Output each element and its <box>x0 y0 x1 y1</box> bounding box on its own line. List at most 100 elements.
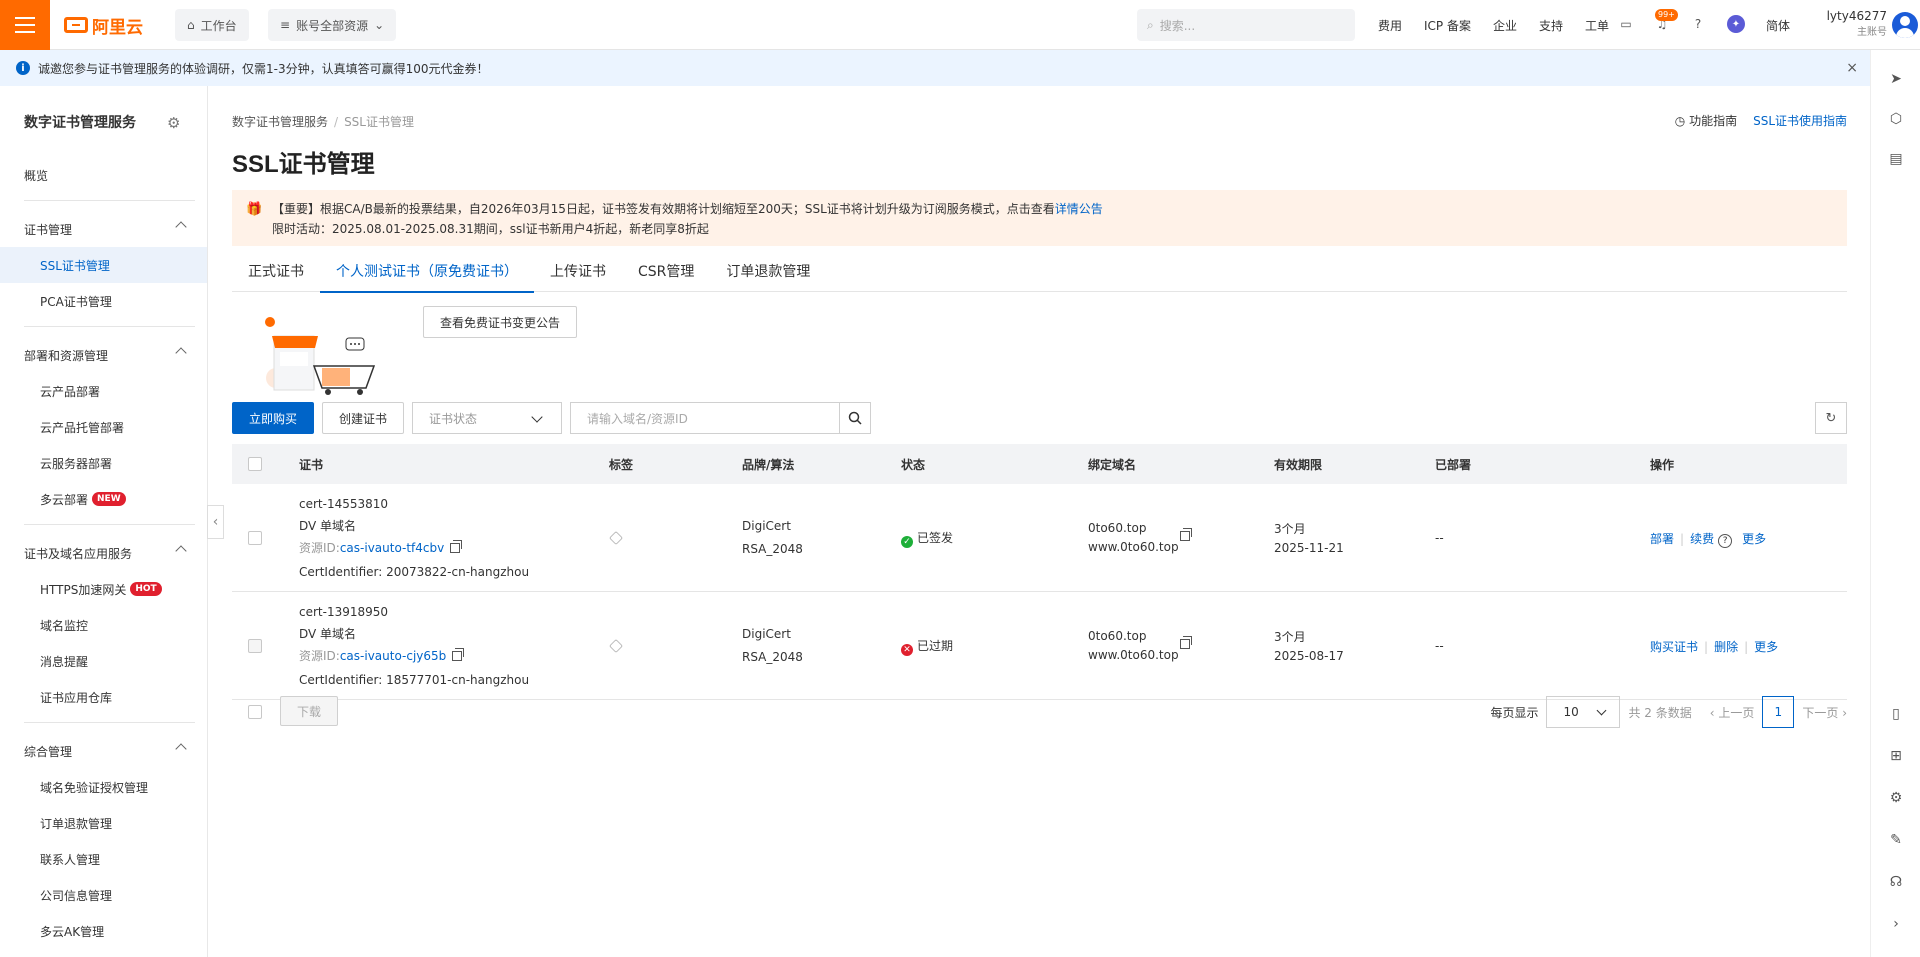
nav-icp[interactable]: ICP 备案 <box>1424 17 1471 34</box>
ai-assistant-icon[interactable]: ✦ <box>1727 15 1745 33</box>
tab-refund[interactable]: 订单退款管理 <box>710 256 826 292</box>
help-icon[interactable]: ? <box>1718 534 1733 548</box>
global-search-input[interactable]: ⌕ 搜索... <box>1137 9 1355 41</box>
copy-icon[interactable] <box>1180 528 1192 541</box>
buy-now-button[interactable]: 立即购买 <box>232 402 314 434</box>
deploy-link[interactable]: 部署 <box>1650 532 1674 546</box>
sidebar-item-overview[interactable]: 概览 <box>0 157 207 193</box>
sidebar-group-cert-management[interactable]: 证书管理 <box>0 211 207 247</box>
sidebar-item-multicloud-ak[interactable]: 多云AK管理 <box>0 913 207 949</box>
delete-link[interactable]: 删除 <box>1714 640 1738 654</box>
cert-table: 证书 标签 品牌/算法 状态 绑定域名 有效期限 已部署 操作 cert-145… <box>232 444 1847 700</box>
download-button[interactable]: 下载 <box>280 696 338 726</box>
help-icon[interactable]: ? <box>1689 15 1707 33</box>
select-all-checkbox[interactable] <box>248 457 262 471</box>
tab-csr[interactable]: CSR管理 <box>622 256 710 292</box>
edit-icon[interactable]: ✎ <box>1887 831 1905 849</box>
sidebar-item-refund[interactable]: 订单退款管理 <box>0 805 207 841</box>
aliyun-logo[interactable]: 阿里云 <box>64 14 143 38</box>
create-cert-button[interactable]: 创建证书 <box>322 402 404 434</box>
sidebar-item-pca[interactable]: PCA证书管理 <box>0 283 207 319</box>
domain-2: www.0to60.top <box>1088 648 1179 662</box>
ssl-guide-link[interactable]: SSL证书使用指南 <box>1753 112 1847 129</box>
cursor-icon[interactable]: ➤ <box>1887 70 1905 88</box>
cert-status-select[interactable]: 证书状态 <box>412 402 562 434</box>
nav-support[interactable]: 支持 <box>1539 17 1563 34</box>
chip-icon[interactable]: ⊞ <box>1887 747 1905 765</box>
sidebar-item-message-alert[interactable]: 消息提醒 <box>0 643 207 679</box>
close-icon[interactable]: × <box>1846 60 1858 76</box>
sidebar-group-general[interactable]: 综合管理 <box>0 733 207 769</box>
alert-line-1: 【重要】根据CA/B最新的投票结果，自2026年03月15日起，证书签发有效期将… <box>272 199 1847 219</box>
more-link[interactable]: 更多 <box>1754 640 1778 654</box>
sidebar-item-cloud-deploy[interactable]: 云产品部署 <box>0 373 207 409</box>
breadcrumb-root[interactable]: 数字证书管理服务 <box>232 115 328 129</box>
right-tool-rail: ➤ ⬡ ▤ ▯ ⊞ ⚙ ✎ ☊ › <box>1870 50 1920 957</box>
hamburger-menu-button[interactable] <box>0 0 50 50</box>
sidebar-item-https-gateway[interactable]: HTTPS加速网关 HOT <box>0 571 207 607</box>
sidebar-item-hosted-deploy[interactable]: 云产品托管部署 <box>0 409 207 445</box>
col-tag: 标签 <box>609 458 634 472</box>
row-actions: 部署 | 续费? 更多 <box>1650 530 1766 548</box>
copy-icon[interactable] <box>450 540 463 553</box>
sidebar-group-app-services[interactable]: 证书及域名应用服务 <box>0 535 207 571</box>
refresh-icon[interactable]: ↻ <box>1815 402 1847 434</box>
sidebar-item-server-deploy[interactable]: 云服务器部署 <box>0 445 207 481</box>
domain-search-input[interactable]: 请输入域名/资源ID <box>570 402 840 434</box>
details-link[interactable]: 详情公告 <box>1055 202 1103 216</box>
next-page-button[interactable]: 下一页 › <box>1802 704 1847 721</box>
footer-select-all-checkbox[interactable] <box>248 705 262 719</box>
nav-ticket[interactable]: 工单 <box>1585 17 1609 34</box>
sidebar-item-multicloud-deploy[interactable]: 多云部署 NEW <box>0 481 207 517</box>
sidebar-item-domain-monitor[interactable]: 域名监控 <box>0 607 207 643</box>
nav-enterprise[interactable]: 企业 <box>1493 17 1517 34</box>
group-label: 部署和资源管理 <box>24 348 109 363</box>
tag-icon[interactable] <box>608 530 624 546</box>
terminal-icon[interactable]: ▭ <box>1617 15 1635 33</box>
gear-icon[interactable]: ⚙ <box>167 114 180 132</box>
buy-cert-link[interactable]: 购买证书 <box>1650 640 1698 654</box>
cube-icon[interactable]: ⬡ <box>1887 110 1905 128</box>
info-icon: i <box>16 61 30 75</box>
prev-page-button[interactable]: ‹ 上一页 <box>1710 704 1755 721</box>
user-info[interactable]: lyty46277 主账号 <box>1807 9 1887 38</box>
free-cert-notice-button[interactable]: 查看免费证书变更公告 <box>423 306 577 338</box>
page-1-button[interactable]: 1 <box>1762 696 1795 728</box>
language-switch[interactable]: 简体 <box>1766 0 1790 50</box>
per-page-select[interactable]: 10 <box>1546 696 1621 728</box>
sidebar-collapse-button[interactable]: ‹ <box>207 505 224 539</box>
tab-personal-test[interactable]: 个人测试证书（原免费证书） <box>320 256 534 293</box>
workbench-button[interactable]: ⌂ 工作台 <box>175 9 249 41</box>
search-button[interactable] <box>839 402 871 434</box>
avatar[interactable] <box>1892 12 1918 38</box>
sidebar-item-contacts[interactable]: 联系人管理 <box>0 841 207 877</box>
bookmark-icon[interactable]: ▤ <box>1887 150 1905 168</box>
sidebar-item-cert-repo[interactable]: 证书应用仓库 <box>0 679 207 715</box>
sidebar-item-ssl[interactable]: SSL证书管理 <box>0 247 207 283</box>
document-icon[interactable]: ▯ <box>1887 705 1905 723</box>
tab-upload[interactable]: 上传证书 <box>534 256 622 292</box>
nav-fees[interactable]: 费用 <box>1378 17 1402 34</box>
tab-formal[interactable]: 正式证书 <box>232 256 320 292</box>
settings-icon[interactable]: ⚙ <box>1887 789 1905 807</box>
row-checkbox[interactable] <box>248 639 262 653</box>
sidebar-item-company[interactable]: 公司信息管理 <box>0 877 207 913</box>
sidebar-group-deploy[interactable]: 部署和资源管理 <box>0 337 207 373</box>
more-link[interactable]: 更多 <box>1742 532 1766 546</box>
copy-icon[interactable] <box>452 648 465 661</box>
sidebar-item-domain-auth[interactable]: 域名免验证授权管理 <box>0 769 207 805</box>
copy-icon[interactable] <box>1180 636 1192 649</box>
item-label: HTTPS加速网关 <box>40 582 127 597</box>
feature-guide-link[interactable]: ◷ 功能指南 <box>1675 112 1737 129</box>
survey-notice-text[interactable]: 诚邀您参与证书管理服务的体验调研，仅需1-3分钟，认真填答可赢得100元代金券！ <box>38 60 489 77</box>
row-checkbox[interactable] <box>248 531 262 545</box>
headset-icon[interactable]: ☊ <box>1887 873 1905 891</box>
resource-scope-dropdown[interactable]: ≡ 账号全部资源 ⌄ <box>268 9 397 41</box>
resource-id-link[interactable]: cas-ivauto-cjy65b <box>340 649 446 663</box>
chevron-right-icon[interactable]: › <box>1887 915 1905 933</box>
tag-icon[interactable] <box>608 638 624 654</box>
renew-link[interactable]: 续费 <box>1690 532 1714 546</box>
search-icon: ⌕ <box>1147 17 1154 32</box>
resource-id-link[interactable]: cas-ivauto-tf4cbv <box>340 541 444 555</box>
logo-mark-icon <box>64 17 88 33</box>
